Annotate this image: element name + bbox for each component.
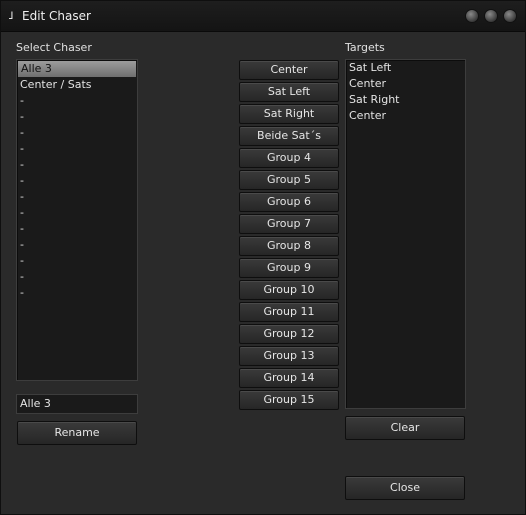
targets-label: Targets bbox=[345, 41, 385, 54]
chaser-list-item[interactable]: - bbox=[17, 125, 137, 141]
group-button[interactable]: Group 4 bbox=[239, 148, 339, 168]
group-button[interactable]: Group 14 bbox=[239, 368, 339, 388]
chaser-list-item[interactable]: - bbox=[17, 109, 137, 125]
select-chaser-label: Select Chaser bbox=[16, 41, 92, 54]
target-list-item[interactable]: Center bbox=[346, 108, 465, 124]
group-button[interactable]: Group 5 bbox=[239, 170, 339, 190]
close-button[interactable]: Close bbox=[345, 476, 465, 500]
chaser-list[interactable]: Alle 3 Center / Sats - - - - - - - - - - - - - bbox=[16, 59, 138, 381]
group-button[interactable]: Group 11 bbox=[239, 302, 339, 322]
window-title: Edit Chaser bbox=[22, 9, 91, 23]
chaser-list-item[interactable]: Center / Sats bbox=[17, 77, 137, 93]
group-button[interactable]: Group 15 bbox=[239, 390, 339, 410]
chaser-list-item[interactable]: - bbox=[17, 285, 137, 301]
maximize-icon[interactable] bbox=[485, 10, 497, 22]
group-button[interactable]: Group 9 bbox=[239, 258, 339, 278]
chaser-list-item[interactable]: - bbox=[17, 205, 137, 221]
chaser-list-item[interactable]: - bbox=[17, 141, 137, 157]
chaser-list-item[interactable]: - bbox=[17, 253, 137, 269]
chaser-list-item[interactable]: - bbox=[17, 269, 137, 285]
group-button[interactable]: Sat Right bbox=[239, 104, 339, 124]
chaser-list-item[interactable]: - bbox=[17, 221, 137, 237]
chaser-list-item[interactable]: - bbox=[17, 189, 137, 205]
target-list-item[interactable]: Sat Left bbox=[346, 60, 465, 76]
chaser-list-item[interactable]: - bbox=[17, 93, 137, 109]
app-icon: ˩ bbox=[8, 9, 14, 22]
group-button[interactable]: Sat Left bbox=[239, 82, 339, 102]
title-bar[interactable]: ˩ Edit Chaser bbox=[1, 1, 525, 32]
chaser-list-item[interactable]: - bbox=[17, 173, 137, 189]
minimize-icon[interactable] bbox=[466, 10, 478, 22]
close-window-icon[interactable] bbox=[504, 10, 516, 22]
clear-button[interactable]: Clear bbox=[345, 416, 465, 440]
chaser-list-item[interactable]: - bbox=[17, 237, 137, 253]
group-button[interactable]: Group 13 bbox=[239, 346, 339, 366]
edit-chaser-window: ˩ Edit Chaser Select Chaser Alle 3 Center… bbox=[0, 0, 526, 515]
group-button[interactable]: Group 8 bbox=[239, 236, 339, 256]
rename-button[interactable]: Rename bbox=[17, 421, 137, 445]
group-button[interactable]: Beide Sat´s bbox=[239, 126, 339, 146]
targets-list[interactable]: Sat Left Center Sat Right Center bbox=[345, 59, 466, 409]
group-button[interactable]: Center bbox=[239, 60, 339, 80]
chaser-name-field[interactable]: Alle 3 bbox=[16, 394, 138, 414]
target-list-item[interactable]: Center bbox=[346, 76, 465, 92]
group-button[interactable]: Group 7 bbox=[239, 214, 339, 234]
group-button[interactable]: Group 6 bbox=[239, 192, 339, 212]
chaser-list-item[interactable]: Alle 3 bbox=[18, 61, 136, 77]
chaser-list-item[interactable]: - bbox=[17, 157, 137, 173]
target-list-item[interactable]: Sat Right bbox=[346, 92, 465, 108]
group-button[interactable]: Group 12 bbox=[239, 324, 339, 344]
group-button[interactable]: Group 10 bbox=[239, 280, 339, 300]
